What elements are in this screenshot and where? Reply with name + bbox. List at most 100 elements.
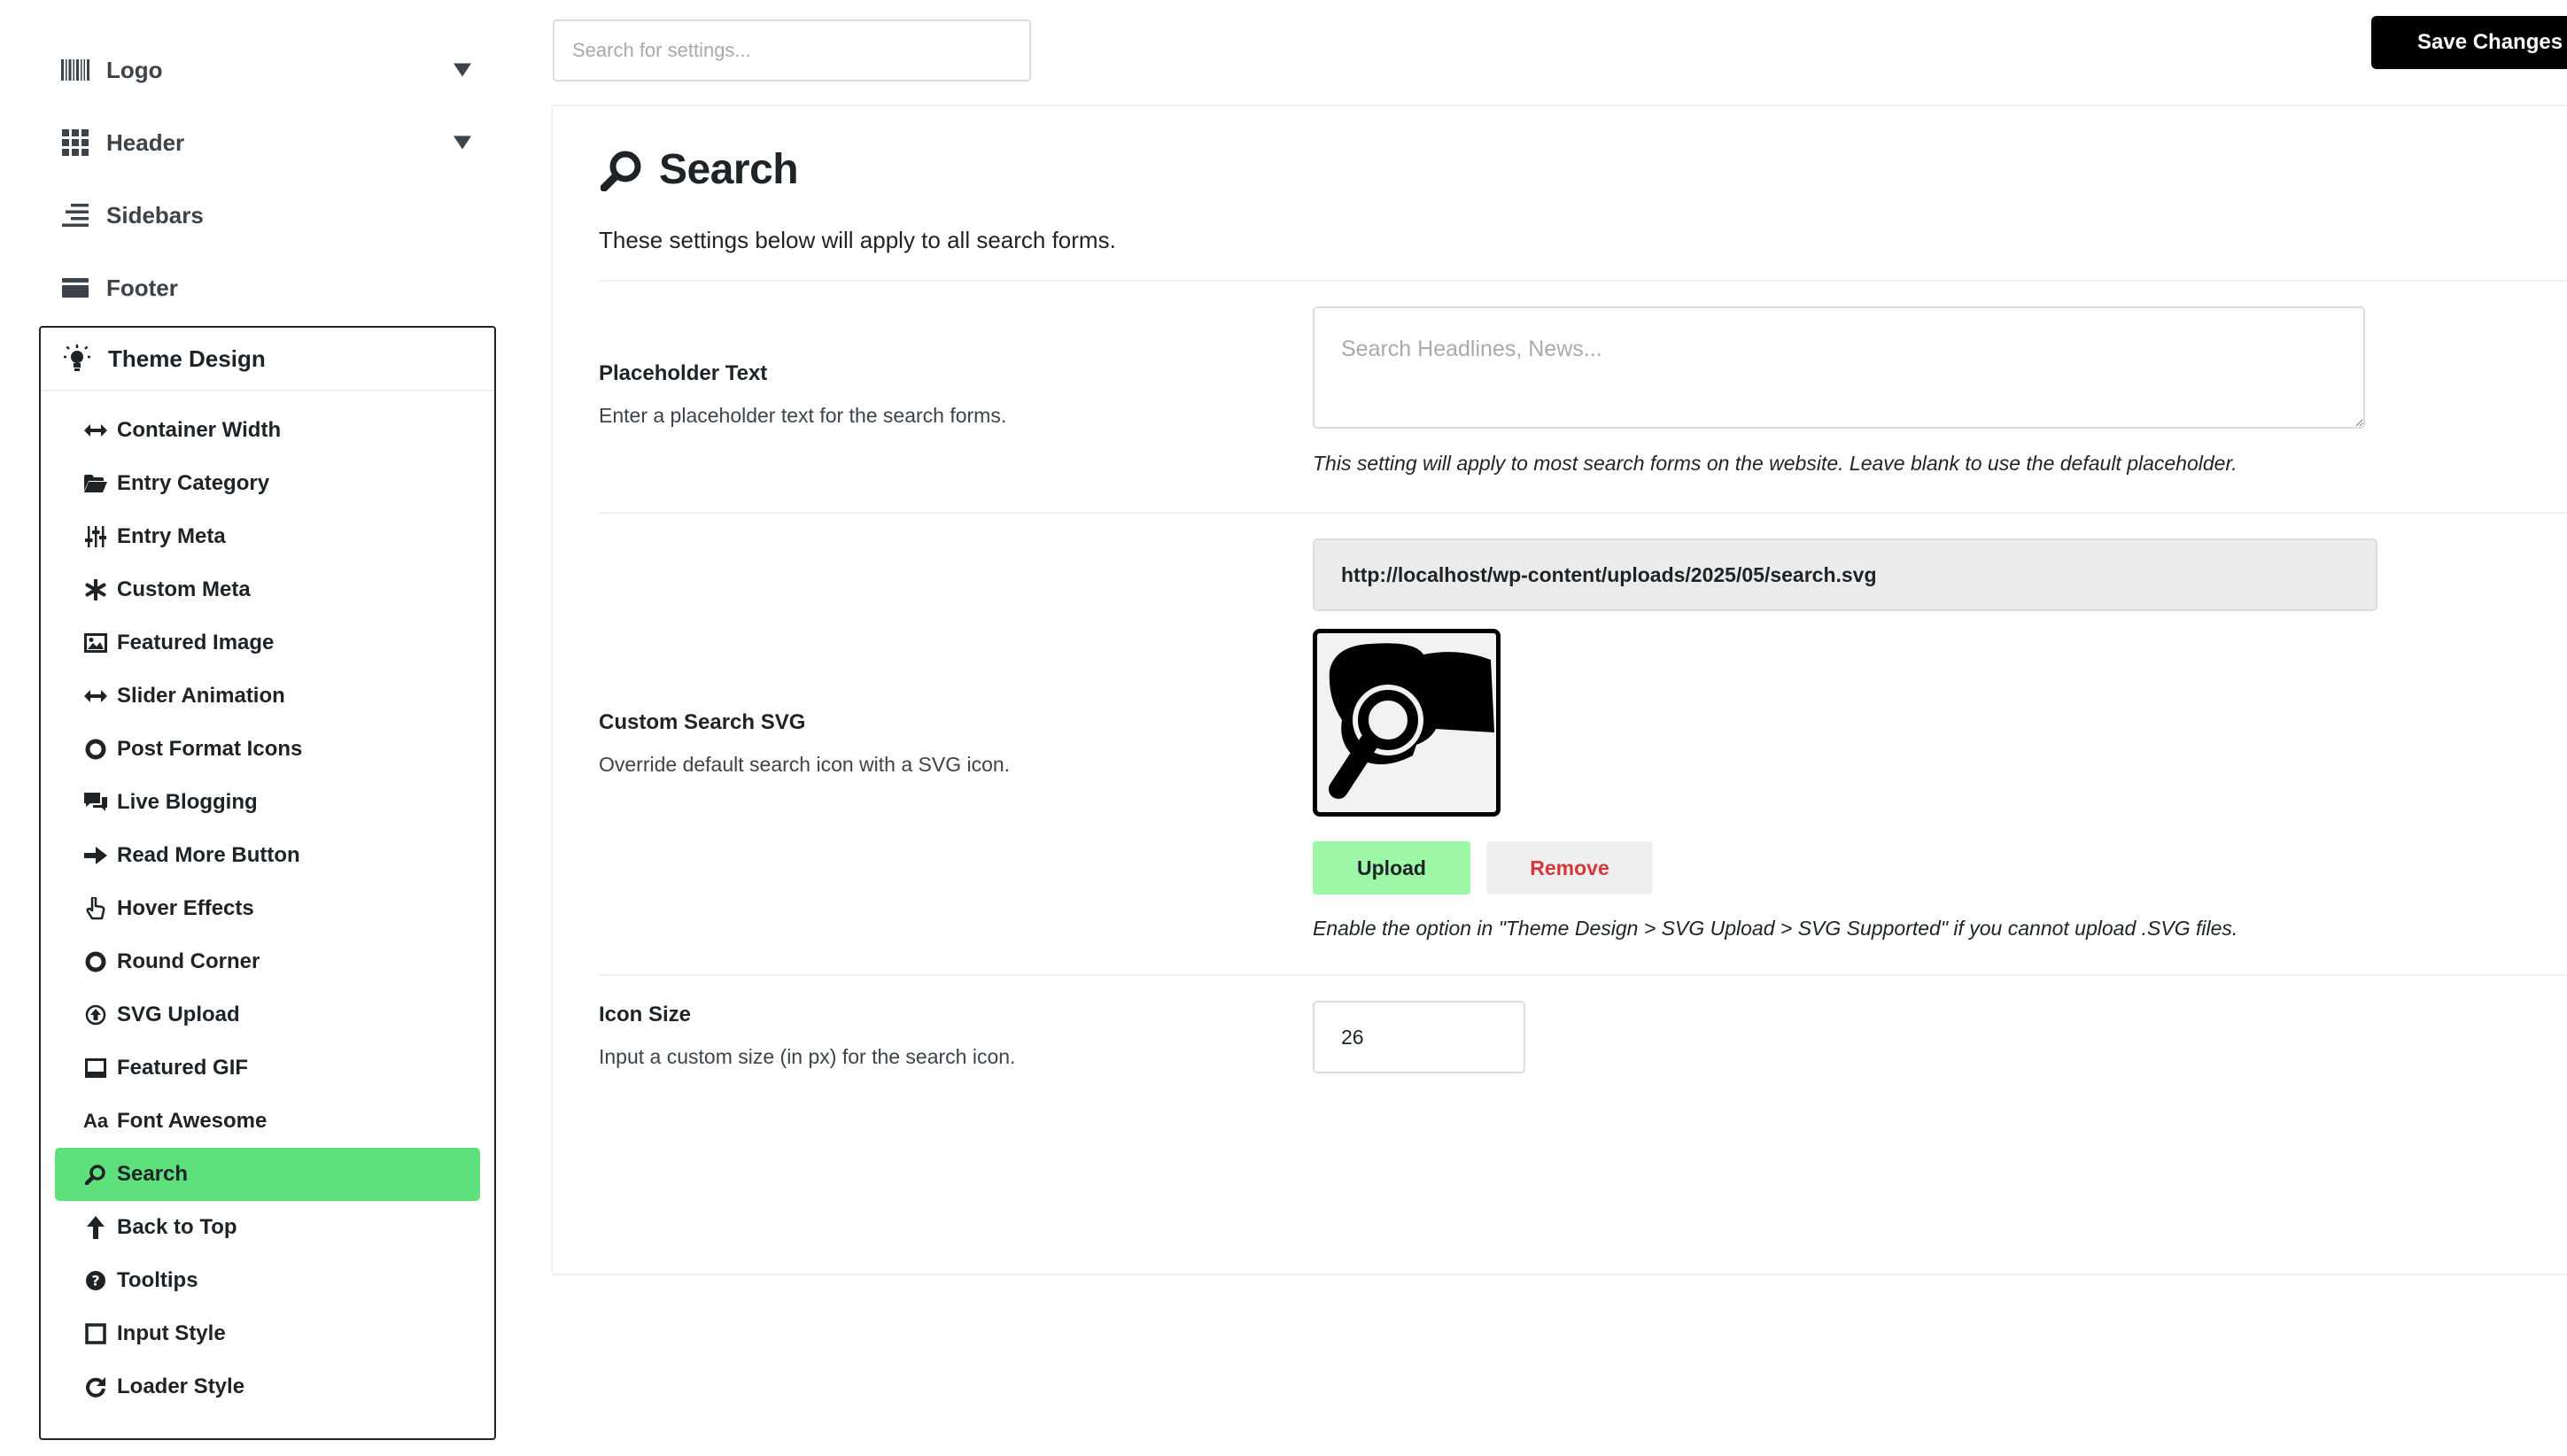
sidebar-item-live-blogging[interactable]: Live Blogging [55,776,480,829]
sidebar-item-logo[interactable]: Logo [39,34,496,106]
upload-button[interactable]: Upload [1313,841,1470,895]
svg-url-field[interactable] [1313,538,2377,611]
svg-text:?: ? [91,1273,99,1289]
setting-description: Override default search icon with a SVG … [599,753,1011,776]
sidebar-item-label: Input Style [117,1321,226,1345]
sidebar-item-featured-gif[interactable]: Featured GIF [55,1042,480,1095]
redo-icon [83,1375,108,1399]
sidebar-item-footer[interactable]: Footer [39,252,496,324]
icon-size-input[interactable] [1313,1001,1525,1073]
sidebar-item-label: Live Blogging [117,790,258,814]
sidebar-item-entry-category[interactable]: Entry Category [55,457,480,510]
setting-label: Custom Search SVG [599,710,806,734]
folder-open-icon [83,471,108,496]
sidebar-item-entry-meta[interactable]: Entry Meta [55,510,480,563]
sidebar-item-label: Slider Animation [117,684,285,708]
theme-design-submenu: Container Width Entry Category Entry Met… [41,391,494,1413]
circle-icon [83,737,108,762]
page-title: Search [659,146,799,193]
grid-icon [60,128,90,158]
setting-row-placeholder-text: Placeholder Text Enter a placeholder tex… [599,280,2567,512]
sidebar-item-label: Sidebars [106,201,204,228]
square-icon [83,1321,108,1346]
sidebar-item-label: Font Awesome [117,1109,268,1133]
sidebar-item-tooltips[interactable]: ? Tooltips [55,1254,480,1307]
barcode-icon [60,55,90,85]
sidebar-item-input-style[interactable]: Input Style [55,1307,480,1360]
save-changes-button[interactable]: Save Changes [2371,16,2567,69]
sidebar-group-label: Theme Design [108,345,266,372]
sidebar-item-round-corner[interactable]: Round Corner [55,935,480,988]
arrow-up-icon [83,1215,108,1240]
sidebar-item-featured-image[interactable]: Featured Image [55,616,480,670]
sidebar-item-search[interactable]: Search [55,1148,480,1201]
comments-icon [83,790,108,815]
sidebar-item-theme-design[interactable]: Theme Design [41,328,494,391]
sidebar-item-loader-style[interactable]: Loader Style [55,1360,480,1413]
sidebar-item-label: Loader Style [117,1375,245,1398]
sliders-icon [83,524,108,549]
sidebar-item-hover-effects[interactable]: Hover Effects [55,882,480,935]
sidebar-item-label: Search [117,1162,189,1186]
sidebar-item-label: Round Corner [117,949,260,973]
upload-circle-icon [83,1003,108,1027]
sidebar-item-label: Featured Image [117,631,275,654]
image-icon [83,631,108,655]
sidebar-item-custom-meta[interactable]: Custom Meta [55,563,480,616]
search-icon [599,147,645,193]
page-description: These settings below will apply to all s… [599,227,1116,253]
sidebar-item-label: Footer [106,274,178,301]
svg-preview [1313,629,1501,817]
asterisk-icon [83,577,108,602]
sidebar-group-theme-design: Theme Design Container Width Entry Categ… [39,326,496,1440]
search-icon [83,1162,108,1187]
sidebar-item-label: Logo [106,56,163,83]
caret-down-icon[interactable] [454,63,471,77]
arrows-horizontal-icon [83,418,108,443]
sidebar-item-label: Header [106,128,185,156]
sidebar-item-slider-animation[interactable]: Slider Animation [55,670,480,723]
sidebar-item-back-to-top[interactable]: Back to Top [55,1201,480,1254]
sidebar-item-label: Tooltips [117,1268,198,1292]
search-settings-input[interactable] [553,19,1031,81]
sidebar-item-label: Post Format Icons [117,737,303,761]
arrow-right-icon [83,843,108,868]
sidebar-item-svg-upload[interactable]: SVG Upload [55,988,480,1042]
setting-description: Enter a placeholder text for the search … [599,404,1007,427]
window-icon [83,1056,108,1080]
setting-note: Enable the option in "Theme Design > SVG… [1313,917,2238,940]
setting-row-custom-search-svg: Custom Search SVG Override default searc… [599,512,2567,974]
sidebar-item-label: Read More Button [117,843,300,867]
placeholder-text-field[interactable] [1313,306,2365,429]
setting-description: Input a custom size (in px) for the sear… [599,1045,1016,1068]
arrows-horizontal-icon [83,684,108,709]
sidebar-item-label: Entry Category [117,471,270,495]
setting-label: Placeholder Text [599,361,768,385]
sidebar-item-read-more-button[interactable]: Read More Button [55,829,480,882]
sidebar-item-header[interactable]: Header [39,106,496,179]
setting-note: This setting will apply to most search f… [1313,452,2237,475]
font-icon: Aa [82,1110,109,1132]
caret-down-icon[interactable] [454,136,471,150]
sidebar-item-label: SVG Upload [117,1003,240,1026]
sidebar-item-container-width[interactable]: Container Width [55,404,480,457]
sidebar-item-font-awesome[interactable]: Aa Font Awesome [55,1095,480,1148]
search-icon [1329,643,1494,799]
panel-title: Search [599,145,799,194]
setting-label: Icon Size [599,1003,692,1026]
sidebar-item-label: Back to Top [117,1215,237,1239]
sidebar-item-label: Featured GIF [117,1056,249,1080]
question-circle-icon: ? [83,1268,108,1293]
settings-sidebar: Logo Header Sidebars Footer Theme Design… [39,34,496,1440]
sidebar-item-label: Container Width [117,418,282,442]
align-right-icon [60,200,90,230]
sidebar-item-label: Entry Meta [117,524,226,548]
hand-pointer-icon [83,896,108,921]
remove-button[interactable]: Remove [1486,841,1653,895]
sidebar-item-sidebars[interactable]: Sidebars [39,179,496,252]
settings-panel: Search These settings below will apply t… [551,105,2567,1275]
sidebar-item-label: Custom Meta [117,577,251,601]
setting-row-icon-size: Icon Size Input a custom size (in px) fo… [599,974,2567,1116]
sidebar-item-post-format-icons[interactable]: Post Format Icons [55,723,480,776]
lightbulb-icon [62,344,92,374]
